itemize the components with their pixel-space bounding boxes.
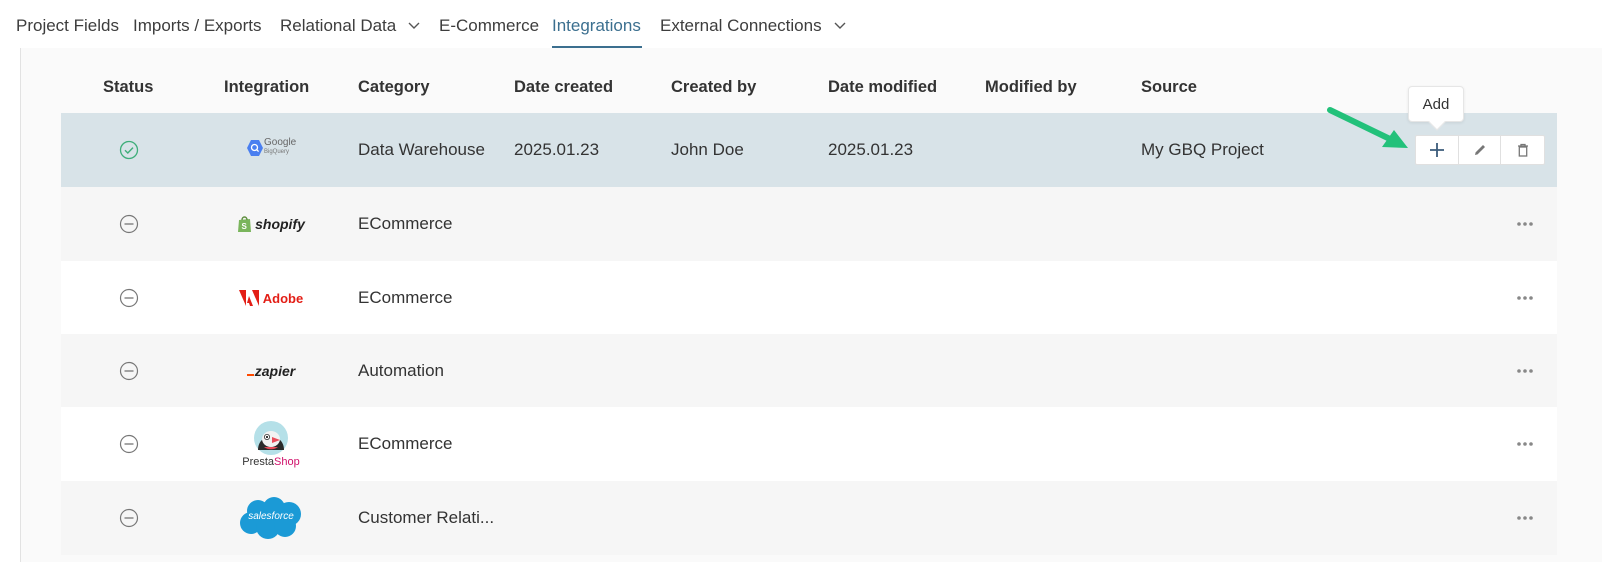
category-cell: Data Warehouse: [358, 140, 485, 159]
created-by-cell: John Doe: [671, 140, 744, 159]
tab-external-connections[interactable]: External Connections: [660, 16, 846, 36]
logo-text: shopify: [255, 216, 305, 232]
logo-text: Presta: [242, 456, 275, 468]
logo-text: Adobe: [262, 290, 304, 306]
tab-bar: Project Fields Imports / Exports Relatio…: [0, 0, 1602, 48]
tab-label: E-Commerce: [439, 16, 540, 35]
adobe-logo: Adobe: [231, 268, 311, 328]
column-header-source[interactable]: Source: [1141, 78, 1197, 97]
category-cell: ECommerce: [358, 434, 453, 453]
logo-subtext: BigQuery: [264, 149, 290, 155]
edit-button[interactable]: [1459, 136, 1502, 164]
tab-project-fields[interactable]: Project Fields: [16, 16, 119, 36]
minus-circle-icon: [119, 214, 139, 234]
more-options-icon[interactable]: [1515, 293, 1535, 303]
more-options-icon[interactable]: [1515, 439, 1535, 449]
tab-relational-data[interactable]: Relational Data: [280, 16, 420, 36]
logo-text: salesforce: [248, 511, 294, 522]
column-header-date-created[interactable]: Date created: [514, 78, 613, 97]
chevron-down-icon: [408, 22, 420, 29]
tab-label: Project Fields: [16, 16, 119, 35]
add-button[interactable]: [1416, 136, 1459, 164]
tab-label: External Connections: [660, 16, 822, 35]
pencil-icon: [1474, 145, 1485, 155]
more-options-icon[interactable]: [1515, 219, 1535, 229]
table-row[interactable]: salesforce Customer Relati...: [61, 481, 1557, 555]
table-row[interactable]: PrestaShop ECommerce: [61, 407, 1557, 481]
annotation-arrow-icon: [1327, 107, 1408, 148]
zapier-underscore-icon: [246, 374, 254, 376]
shopify-logo: S shopify: [231, 194, 311, 254]
trash-icon: [1517, 143, 1528, 157]
chevron-down-icon: [834, 22, 846, 29]
add-tooltip: Add: [1408, 86, 1464, 131]
column-header-modified-by[interactable]: Modified by: [985, 78, 1077, 97]
tab-label: Integrations: [552, 16, 641, 35]
plus-icon: [1429, 143, 1444, 157]
logo-text: zapier: [254, 363, 296, 379]
minus-circle-icon: [119, 434, 139, 454]
shopify-bag-icon: S: [238, 216, 252, 232]
table-row[interactable]: zapier Automation: [61, 334, 1557, 408]
tab-e-commerce[interactable]: E-Commerce: [439, 16, 539, 36]
column-header-created-by[interactable]: Created by: [671, 78, 756, 97]
salesforce-logo: salesforce: [231, 488, 311, 548]
prestashop-puffin-icon: [254, 421, 288, 455]
minus-circle-icon: [119, 288, 139, 308]
zapier-logo: zapier: [231, 341, 311, 401]
date-modified-cell: 2025.01.23: [828, 140, 914, 159]
logo-text: Google: [264, 137, 297, 148]
category-cell: ECommerce: [358, 288, 453, 307]
delete-button[interactable]: [1501, 136, 1544, 164]
date-created-cell: 2025.01.23: [514, 140, 600, 159]
column-header-integration[interactable]: Integration: [224, 78, 309, 97]
prestashop-logo: PrestaShop: [231, 414, 311, 474]
logo-subtext: Shop: [274, 456, 300, 468]
row-action-group: [1415, 135, 1545, 165]
minus-circle-icon: [119, 508, 139, 528]
tab-imports-exports[interactable]: Imports / Exports: [133, 16, 261, 36]
source-cell: My GBQ Project: [1141, 140, 1264, 159]
tab-label: Relational Data: [280, 16, 397, 35]
table-row[interactable]: Adobe ECommerce: [61, 261, 1557, 335]
category-cell: ECommerce: [358, 214, 453, 233]
category-cell: Customer Relati...: [358, 508, 495, 527]
table-row[interactable]: S shopify ECommerce: [61, 187, 1557, 261]
google-bigquery-logo: Google BigQuery: [231, 120, 311, 180]
svg-text:S: S: [242, 222, 248, 231]
tooltip-label: Add: [1422, 95, 1450, 113]
column-header-category[interactable]: Category: [358, 78, 430, 97]
category-cell: Automation: [358, 361, 444, 380]
adobe-icon: [238, 290, 259, 306]
column-header-date-modified[interactable]: Date modified: [828, 78, 937, 97]
tab-label: Imports / Exports: [133, 16, 262, 35]
tab-integrations[interactable]: Integrations: [552, 16, 641, 36]
column-header-status[interactable]: Status: [103, 78, 153, 97]
more-options-icon[interactable]: [1515, 513, 1535, 523]
minus-circle-icon: [119, 361, 139, 381]
more-options-icon[interactable]: [1515, 366, 1535, 376]
check-circle-icon: [119, 140, 139, 160]
